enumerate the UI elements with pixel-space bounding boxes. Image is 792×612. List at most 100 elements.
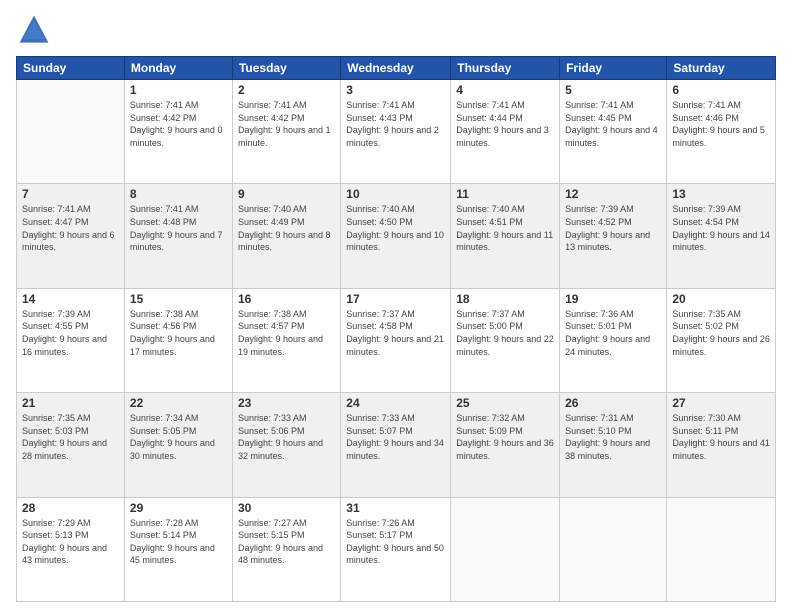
day-number: 8 (130, 187, 227, 201)
logo-icon (16, 12, 52, 48)
cal-cell: 22 Sunrise: 7:34 AMSunset: 5:05 PMDaylig… (124, 393, 232, 497)
week-row-4: 21 Sunrise: 7:35 AMSunset: 5:03 PMDaylig… (17, 393, 776, 497)
cal-cell: 17 Sunrise: 7:37 AMSunset: 4:58 PMDaylig… (341, 288, 451, 392)
cell-info: Sunrise: 7:38 AMSunset: 4:56 PMDaylight:… (130, 309, 215, 357)
cal-cell: 11 Sunrise: 7:40 AMSunset: 4:51 PMDaylig… (451, 184, 560, 288)
day-number: 25 (456, 396, 554, 410)
cell-info: Sunrise: 7:35 AMSunset: 5:02 PMDaylight:… (672, 309, 770, 357)
day-number: 20 (672, 292, 770, 306)
cell-info: Sunrise: 7:41 AMSunset: 4:44 PMDaylight:… (456, 100, 549, 148)
cal-cell (451, 497, 560, 601)
cell-info: Sunrise: 7:39 AMSunset: 4:55 PMDaylight:… (22, 309, 107, 357)
cell-info: Sunrise: 7:33 AMSunset: 5:06 PMDaylight:… (238, 413, 323, 461)
day-header-wednesday: Wednesday (341, 57, 451, 80)
day-number: 12 (565, 187, 661, 201)
cell-info: Sunrise: 7:41 AMSunset: 4:46 PMDaylight:… (672, 100, 765, 148)
cal-cell: 2 Sunrise: 7:41 AMSunset: 4:42 PMDayligh… (232, 80, 340, 184)
day-number: 13 (672, 187, 770, 201)
day-number: 17 (346, 292, 445, 306)
day-header-tuesday: Tuesday (232, 57, 340, 80)
day-number: 4 (456, 83, 554, 97)
cal-cell: 6 Sunrise: 7:41 AMSunset: 4:46 PMDayligh… (667, 80, 776, 184)
cell-info: Sunrise: 7:29 AMSunset: 5:13 PMDaylight:… (22, 518, 107, 566)
day-number: 30 (238, 501, 335, 515)
cal-cell: 21 Sunrise: 7:35 AMSunset: 5:03 PMDaylig… (17, 393, 125, 497)
week-row-1: 1 Sunrise: 7:41 AMSunset: 4:42 PMDayligh… (17, 80, 776, 184)
cell-info: Sunrise: 7:41 AMSunset: 4:45 PMDaylight:… (565, 100, 658, 148)
cell-info: Sunrise: 7:40 AMSunset: 4:51 PMDaylight:… (456, 204, 553, 252)
day-header-saturday: Saturday (667, 57, 776, 80)
day-number: 28 (22, 501, 119, 515)
cal-cell: 1 Sunrise: 7:41 AMSunset: 4:42 PMDayligh… (124, 80, 232, 184)
day-header-sunday: Sunday (17, 57, 125, 80)
cal-cell: 8 Sunrise: 7:41 AMSunset: 4:48 PMDayligh… (124, 184, 232, 288)
calendar-table: SundayMondayTuesdayWednesdayThursdayFrid… (16, 56, 776, 602)
cal-cell: 10 Sunrise: 7:40 AMSunset: 4:50 PMDaylig… (341, 184, 451, 288)
cal-cell: 29 Sunrise: 7:28 AMSunset: 5:14 PMDaylig… (124, 497, 232, 601)
day-number: 6 (672, 83, 770, 97)
cal-cell: 26 Sunrise: 7:31 AMSunset: 5:10 PMDaylig… (560, 393, 667, 497)
day-number: 15 (130, 292, 227, 306)
day-number: 3 (346, 83, 445, 97)
cal-cell: 30 Sunrise: 7:27 AMSunset: 5:15 PMDaylig… (232, 497, 340, 601)
cell-info: Sunrise: 7:30 AMSunset: 5:11 PMDaylight:… (672, 413, 770, 461)
cell-info: Sunrise: 7:37 AMSunset: 5:00 PMDaylight:… (456, 309, 554, 357)
cell-info: Sunrise: 7:40 AMSunset: 4:50 PMDaylight:… (346, 204, 444, 252)
cell-info: Sunrise: 7:40 AMSunset: 4:49 PMDaylight:… (238, 204, 331, 252)
day-header-thursday: Thursday (451, 57, 560, 80)
cal-cell: 25 Sunrise: 7:32 AMSunset: 5:09 PMDaylig… (451, 393, 560, 497)
day-number: 7 (22, 187, 119, 201)
header-row: SundayMondayTuesdayWednesdayThursdayFrid… (17, 57, 776, 80)
cell-info: Sunrise: 7:26 AMSunset: 5:17 PMDaylight:… (346, 518, 444, 566)
day-number: 18 (456, 292, 554, 306)
cell-info: Sunrise: 7:28 AMSunset: 5:14 PMDaylight:… (130, 518, 215, 566)
day-number: 24 (346, 396, 445, 410)
cal-cell: 5 Sunrise: 7:41 AMSunset: 4:45 PMDayligh… (560, 80, 667, 184)
cal-cell: 15 Sunrise: 7:38 AMSunset: 4:56 PMDaylig… (124, 288, 232, 392)
cal-cell: 31 Sunrise: 7:26 AMSunset: 5:17 PMDaylig… (341, 497, 451, 601)
day-header-monday: Monday (124, 57, 232, 80)
cal-cell: 3 Sunrise: 7:41 AMSunset: 4:43 PMDayligh… (341, 80, 451, 184)
cal-cell: 24 Sunrise: 7:33 AMSunset: 5:07 PMDaylig… (341, 393, 451, 497)
day-number: 10 (346, 187, 445, 201)
cal-cell: 4 Sunrise: 7:41 AMSunset: 4:44 PMDayligh… (451, 80, 560, 184)
cal-cell: 18 Sunrise: 7:37 AMSunset: 5:00 PMDaylig… (451, 288, 560, 392)
cell-info: Sunrise: 7:35 AMSunset: 5:03 PMDaylight:… (22, 413, 107, 461)
cell-info: Sunrise: 7:39 AMSunset: 4:54 PMDaylight:… (672, 204, 770, 252)
day-number: 29 (130, 501, 227, 515)
cal-cell: 12 Sunrise: 7:39 AMSunset: 4:52 PMDaylig… (560, 184, 667, 288)
cal-cell (667, 497, 776, 601)
cal-cell: 14 Sunrise: 7:39 AMSunset: 4:55 PMDaylig… (17, 288, 125, 392)
day-number: 21 (22, 396, 119, 410)
cal-cell: 16 Sunrise: 7:38 AMSunset: 4:57 PMDaylig… (232, 288, 340, 392)
logo (16, 12, 54, 48)
cal-cell: 7 Sunrise: 7:41 AMSunset: 4:47 PMDayligh… (17, 184, 125, 288)
day-number: 1 (130, 83, 227, 97)
week-row-3: 14 Sunrise: 7:39 AMSunset: 4:55 PMDaylig… (17, 288, 776, 392)
week-row-5: 28 Sunrise: 7:29 AMSunset: 5:13 PMDaylig… (17, 497, 776, 601)
day-number: 14 (22, 292, 119, 306)
day-number: 27 (672, 396, 770, 410)
page: SundayMondayTuesdayWednesdayThursdayFrid… (0, 0, 792, 612)
cell-info: Sunrise: 7:41 AMSunset: 4:42 PMDaylight:… (130, 100, 223, 148)
day-number: 23 (238, 396, 335, 410)
cell-info: Sunrise: 7:33 AMSunset: 5:07 PMDaylight:… (346, 413, 444, 461)
day-number: 22 (130, 396, 227, 410)
day-number: 19 (565, 292, 661, 306)
day-number: 5 (565, 83, 661, 97)
cal-cell: 20 Sunrise: 7:35 AMSunset: 5:02 PMDaylig… (667, 288, 776, 392)
cal-cell: 27 Sunrise: 7:30 AMSunset: 5:11 PMDaylig… (667, 393, 776, 497)
cell-info: Sunrise: 7:31 AMSunset: 5:10 PMDaylight:… (565, 413, 650, 461)
cell-info: Sunrise: 7:41 AMSunset: 4:48 PMDaylight:… (130, 204, 223, 252)
cell-info: Sunrise: 7:38 AMSunset: 4:57 PMDaylight:… (238, 309, 323, 357)
cell-info: Sunrise: 7:37 AMSunset: 4:58 PMDaylight:… (346, 309, 444, 357)
cell-info: Sunrise: 7:32 AMSunset: 5:09 PMDaylight:… (456, 413, 554, 461)
cal-cell: 9 Sunrise: 7:40 AMSunset: 4:49 PMDayligh… (232, 184, 340, 288)
cal-cell (560, 497, 667, 601)
cal-cell (17, 80, 125, 184)
day-number: 2 (238, 83, 335, 97)
cell-info: Sunrise: 7:39 AMSunset: 4:52 PMDaylight:… (565, 204, 650, 252)
cell-info: Sunrise: 7:36 AMSunset: 5:01 PMDaylight:… (565, 309, 650, 357)
cal-cell: 13 Sunrise: 7:39 AMSunset: 4:54 PMDaylig… (667, 184, 776, 288)
cell-info: Sunrise: 7:27 AMSunset: 5:15 PMDaylight:… (238, 518, 323, 566)
